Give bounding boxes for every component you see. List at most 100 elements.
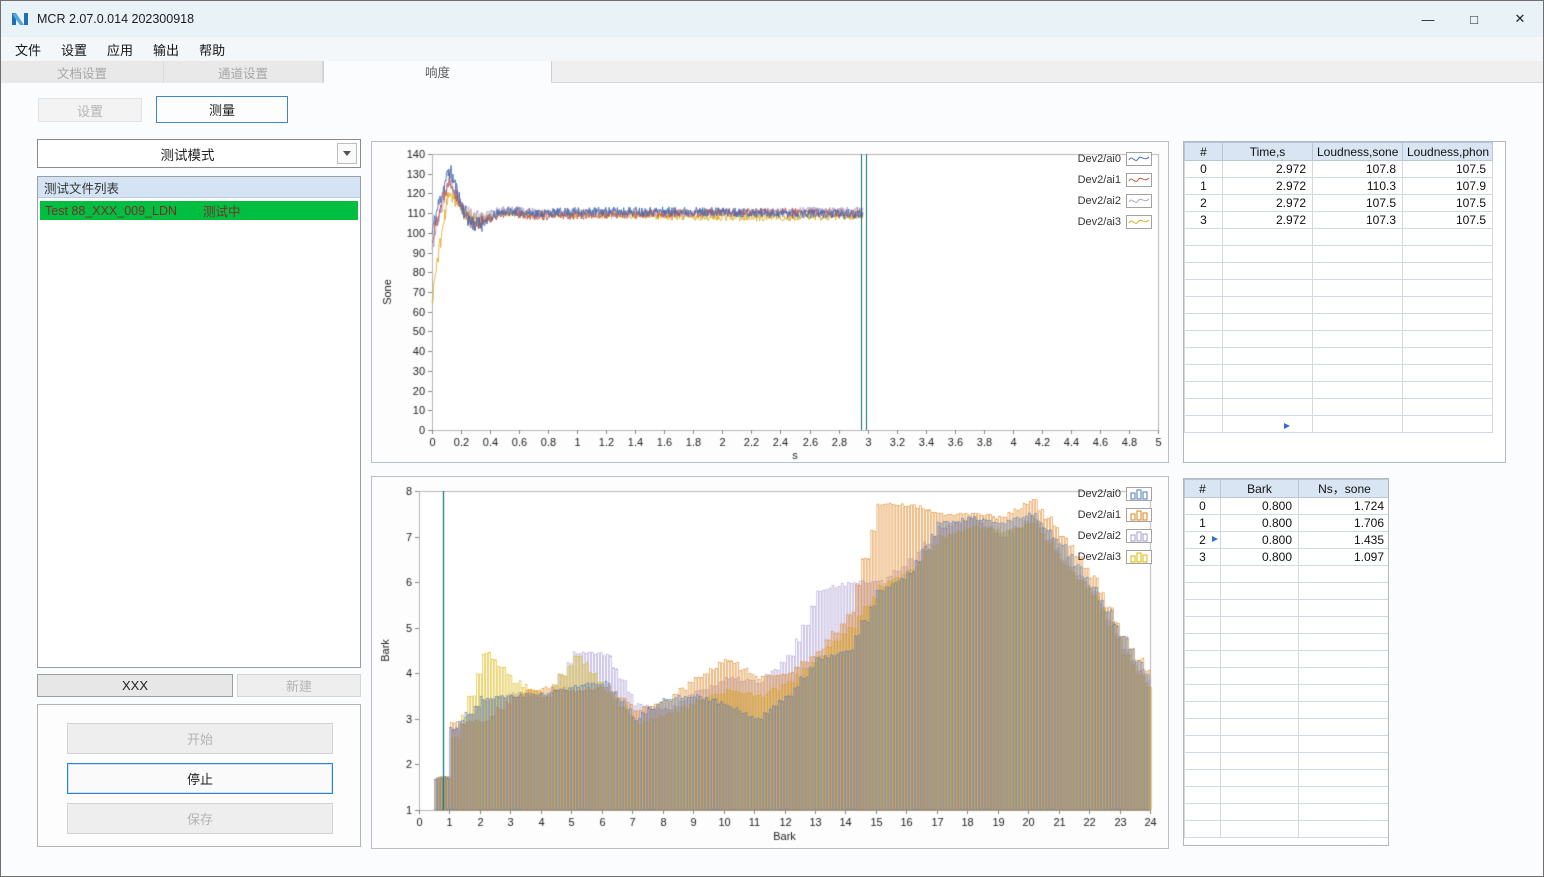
minimize-button[interactable]: — bbox=[1405, 1, 1451, 37]
table-cell: 2.972 bbox=[1222, 160, 1313, 178]
subtab-settings: 设置 bbox=[38, 98, 142, 122]
column-header: Bark bbox=[1220, 479, 1299, 498]
menu-item-output[interactable]: 输出 bbox=[143, 37, 189, 61]
table-row[interactable]: 2 2.972 107.5 107.5 bbox=[1184, 194, 1493, 212]
line-swatch-icon bbox=[1126, 215, 1152, 229]
table-cell: 1.724 bbox=[1298, 497, 1388, 515]
legend-label: Dev2/ai0 bbox=[1077, 153, 1121, 165]
empty-table-row bbox=[1184, 667, 1388, 685]
table-cell: 107.5 bbox=[1402, 194, 1493, 212]
tab-channel-settings[interactable]: 通道设置 bbox=[164, 61, 323, 83]
legend-label: Dev2/ai1 bbox=[1077, 174, 1121, 186]
line-swatch-icon bbox=[1126, 194, 1152, 208]
empty-table-row bbox=[1184, 684, 1388, 702]
empty-table-row bbox=[1184, 769, 1388, 787]
test-mode-value: 测试模式 bbox=[160, 147, 215, 163]
legend-entry: Dev2/ai3 bbox=[1069, 215, 1152, 229]
empty-table-row bbox=[1184, 398, 1493, 416]
titlebar: MCR 2.07.0.014 202300918 — □ ✕ bbox=[1, 1, 1543, 37]
window-controls: — □ ✕ bbox=[1405, 1, 1543, 37]
bar-swatch-icon bbox=[1126, 508, 1152, 522]
table-cell: 0 bbox=[1184, 497, 1221, 515]
table-cell: 107.5 bbox=[1402, 211, 1493, 229]
empty-table-row bbox=[1184, 582, 1388, 600]
empty-table-row bbox=[1184, 633, 1388, 651]
legend-label: Dev2/ai2 bbox=[1077, 530, 1121, 542]
control-group: 开始 停止 保存 bbox=[37, 704, 361, 847]
empty-table-row bbox=[1184, 296, 1493, 314]
legend-entry: Dev2/ai1 bbox=[1069, 508, 1152, 522]
start-button: 开始 bbox=[67, 723, 333, 754]
table-row[interactable]: 3 2.972 107.3 107.5 bbox=[1184, 211, 1493, 229]
test-mode-dropdown[interactable]: 测试模式 bbox=[37, 139, 361, 168]
empty-table-row bbox=[1184, 650, 1388, 668]
empty-table-row bbox=[1184, 330, 1493, 348]
bark-chart-legend: Dev2/ai0 Dev2/ai1 Dev2/ai2 Dev2/ai3 bbox=[1069, 487, 1152, 564]
empty-table-row bbox=[1184, 313, 1493, 331]
xxx-button[interactable]: XXX bbox=[37, 674, 233, 697]
table-cell: 0.800 bbox=[1220, 531, 1299, 549]
stop-button[interactable]: 停止 bbox=[67, 763, 333, 794]
subtab-measure[interactable]: 测量 bbox=[156, 96, 288, 123]
file-list-item[interactable]: Test 88_XXX_009_LDN 测试中 bbox=[40, 201, 358, 220]
table-row[interactable]: 1 2.972 110.3 107.9 bbox=[1184, 177, 1493, 195]
empty-table-row bbox=[1184, 565, 1388, 583]
close-button[interactable]: ✕ bbox=[1497, 1, 1543, 37]
loudness-table-panel: # Time,s Loudness,sone Loudness,phon 0 2.972 1… bbox=[1183, 141, 1506, 463]
table-row[interactable]: 0 0.800 1.724 bbox=[1184, 497, 1388, 515]
empty-table-row bbox=[1184, 701, 1388, 719]
bark-table: # Bark Ns，sone 0 0.800 1.724 1 0.800 1.706 2 0.800… bbox=[1184, 479, 1388, 838]
file-list-header: 测试文件列表 bbox=[38, 177, 360, 198]
menu-item-settings[interactable]: 设置 bbox=[51, 37, 97, 61]
menubar: 文件 设置 应用 输出 帮助 bbox=[1, 37, 1543, 61]
column-header: # bbox=[1184, 142, 1223, 161]
bark-spectrum-chart[interactable] bbox=[372, 477, 1170, 850]
legend-entry: Dev2/ai2 bbox=[1069, 529, 1152, 543]
line-swatch-icon bbox=[1126, 152, 1152, 166]
legend-label: Dev2/ai0 bbox=[1077, 488, 1121, 500]
empty-table-row bbox=[1184, 228, 1493, 246]
table-cell: 2.972 bbox=[1222, 177, 1313, 195]
empty-table-row bbox=[1184, 381, 1493, 399]
dropdown-arrow-box[interactable] bbox=[337, 143, 357, 164]
column-header: Loudness,phon bbox=[1402, 142, 1493, 161]
empty-table-row bbox=[1184, 616, 1388, 634]
tab-loudness[interactable]: 响度 bbox=[323, 61, 552, 83]
table-cell: 107.5 bbox=[1312, 194, 1403, 212]
maximize-button[interactable]: □ bbox=[1451, 1, 1497, 37]
table-cell: 2.972 bbox=[1222, 211, 1313, 229]
empty-table-row bbox=[1184, 820, 1388, 838]
table-row[interactable]: 0 2.972 107.8 107.5 bbox=[1184, 160, 1493, 178]
table-cell: 2 bbox=[1184, 194, 1223, 212]
loudness-chart-legend: Dev2/ai0 Dev2/ai1 Dev2/ai2 Dev2/ai3 bbox=[1069, 152, 1152, 229]
column-header: Ns，sone bbox=[1298, 479, 1388, 498]
empty-table-row bbox=[1184, 735, 1388, 753]
empty-table-row bbox=[1184, 364, 1493, 382]
column-header: # bbox=[1184, 479, 1221, 498]
tab-document-settings[interactable]: 文档设置 bbox=[1, 61, 164, 83]
table-row[interactable]: 3 0.800 1.097 bbox=[1184, 548, 1388, 566]
loudness-time-chart[interactable] bbox=[372, 142, 1170, 464]
column-header: Loudness,sone bbox=[1312, 142, 1403, 161]
empty-table-row bbox=[1184, 245, 1493, 263]
bar-swatch-icon bbox=[1126, 550, 1152, 564]
menu-item-apply[interactable]: 应用 bbox=[97, 37, 143, 61]
empty-table-row bbox=[1184, 347, 1493, 365]
table-row[interactable]: 1 0.800 1.706 bbox=[1184, 514, 1388, 532]
table-cell: 1 bbox=[1184, 177, 1223, 195]
table-cell: 110.3 bbox=[1312, 177, 1403, 195]
empty-table-row bbox=[1184, 786, 1388, 804]
table-cell: 107.9 bbox=[1402, 177, 1493, 195]
app-window: MCR 2.07.0.014 202300918 — □ ✕ 文件 设置 应用 输出帮… bbox=[0, 0, 1544, 877]
legend-entry: Dev2/ai3 bbox=[1069, 550, 1152, 564]
table-cell: 1.435 bbox=[1298, 531, 1388, 549]
table-cell: 3 bbox=[1184, 548, 1221, 566]
empty-table-row bbox=[1184, 262, 1493, 280]
table-cell: 107.5 bbox=[1402, 160, 1493, 178]
menu-item-file[interactable]: 文件 bbox=[5, 37, 51, 61]
legend-entry: Dev2/ai2 bbox=[1069, 194, 1152, 208]
menu-item-help[interactable]: 帮助 bbox=[189, 37, 235, 61]
app-icon bbox=[11, 10, 29, 28]
loudness-table: # Time,s Loudness,sone Loudness,phon 0 2.972 1… bbox=[1184, 142, 1493, 433]
table-cell: 1 bbox=[1184, 514, 1221, 532]
